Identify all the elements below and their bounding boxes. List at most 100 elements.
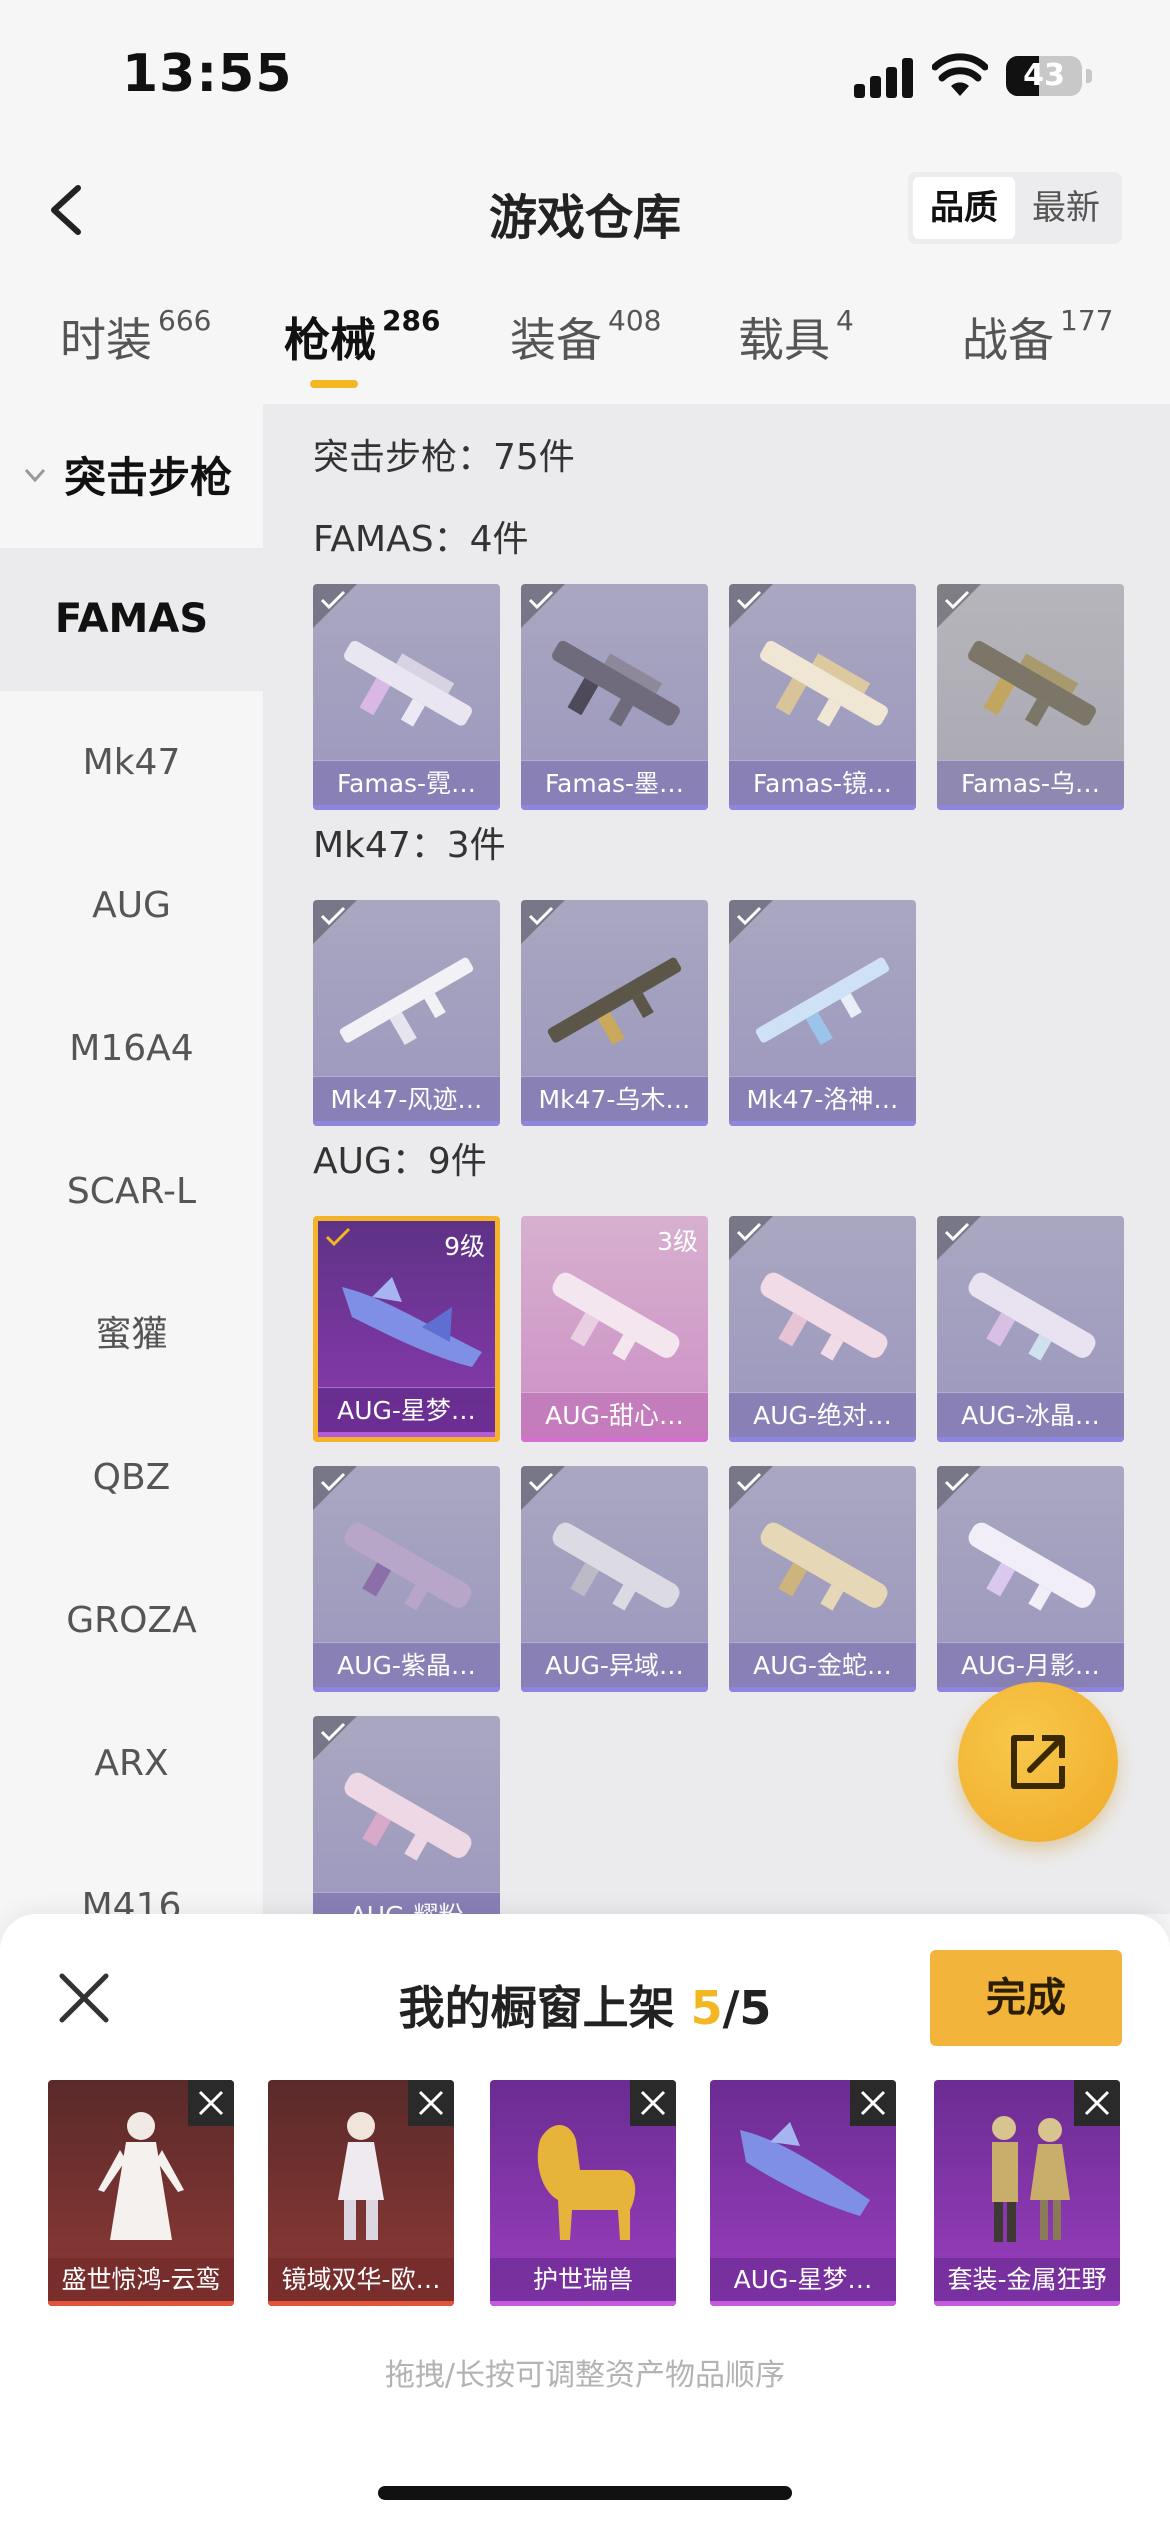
item-card[interactable]: AUG-耀粉 xyxy=(313,1716,500,1914)
rifle-icon xyxy=(552,1272,680,1361)
item-card[interactable]: AUG-月影… xyxy=(937,1466,1124,1692)
section-title-aug: AUG：9件 xyxy=(313,1141,487,1182)
rifle-icon xyxy=(968,1522,1096,1611)
sidebar-item-groza[interactable]: GROZA xyxy=(0,1549,263,1692)
sidebar-group-label: 突击步枪 xyxy=(64,453,233,502)
item-card[interactable]: Famas-墨… xyxy=(521,584,708,810)
rifle-icon xyxy=(760,640,888,727)
showcase-item[interactable]: 护世瑞兽 xyxy=(490,2080,676,2306)
done-button[interactable]: 完成 xyxy=(930,1950,1122,2046)
nav-bar: 游戏仓库 品质 最新 xyxy=(0,150,1170,270)
sidebar-item-arx[interactable]: ARX xyxy=(0,1692,263,1835)
item-label: Famas-镜… xyxy=(729,760,916,810)
item-card[interactable]: Famas-霓… xyxy=(313,584,500,810)
tab-supplies[interactable]: 战备 177 xyxy=(962,304,1113,370)
remove-button[interactable] xyxy=(188,2080,234,2126)
item-card[interactable]: AUG-紫晶… xyxy=(313,1466,500,1692)
sidebar-item-aug[interactable]: AUG xyxy=(0,834,263,977)
sidebar-item-qbz[interactable]: QBZ xyxy=(0,1406,263,1549)
close-icon xyxy=(198,2090,224,2116)
battery-icon: 43 xyxy=(1006,56,1092,96)
item-card[interactable]: Famas-乌… xyxy=(937,584,1124,810)
close-icon xyxy=(860,2090,886,2116)
showcase-item-label: 镜域双华-欧… xyxy=(268,2258,454,2306)
item-label: AUG-金蛇… xyxy=(729,1642,916,1692)
tab-firearms[interactable]: 枪械 286 xyxy=(284,304,440,370)
rifle-icon xyxy=(342,1277,482,1367)
status-bar: 13:55 43 xyxy=(0,0,1170,150)
battery-percent: 43 xyxy=(1023,58,1065,93)
sidebar-item-scar-l[interactable]: SCAR-L xyxy=(0,1120,263,1263)
sidebar-item-famas[interactable]: FAMAS xyxy=(0,548,263,691)
share-export-button[interactable] xyxy=(958,1682,1118,1842)
check-icon xyxy=(325,1227,351,1247)
showcase-item-label: 护世瑞兽 xyxy=(490,2258,676,2306)
chevron-down-icon xyxy=(24,468,46,482)
showcase-item[interactable]: 套装-金属狂野 xyxy=(934,2080,1120,2306)
sort-quality-button[interactable]: 品质 xyxy=(913,177,1015,239)
item-card[interactable]: Mk47-风迹… xyxy=(313,900,500,1126)
share-icon xyxy=(1011,1735,1065,1789)
check-icon xyxy=(320,590,346,610)
sidebar-item-m416[interactable]: M416 xyxy=(0,1835,263,1914)
rifle-icon xyxy=(760,1522,888,1611)
tab-equipment[interactable]: 装备 408 xyxy=(510,304,661,370)
item-label: AUG-异域… xyxy=(521,1642,708,1692)
item-label: Famas-乌… xyxy=(937,760,1124,810)
item-card[interactable]: AUG-异域… xyxy=(521,1466,708,1692)
remove-button[interactable] xyxy=(1074,2080,1120,2126)
rifle-icon xyxy=(344,1772,472,1861)
section-title-mk47: Mk47：3件 xyxy=(313,825,506,866)
check-icon xyxy=(736,1222,762,1242)
item-card[interactable]: AUG-冰晶… xyxy=(937,1216,1124,1442)
item-label: Mk47-风迹… xyxy=(313,1076,500,1126)
showcase-item[interactable]: 盛世惊鸿-云鸾 xyxy=(48,2080,234,2306)
check-icon xyxy=(320,906,346,926)
rifle-icon xyxy=(344,640,472,727)
sort-newest-button[interactable]: 最新 xyxy=(1015,177,1117,239)
close-icon xyxy=(418,2090,444,2116)
reorder-hint: 拖拽/长按可调整资产物品顺序 xyxy=(384,2358,786,2393)
remove-button[interactable] xyxy=(408,2080,454,2126)
sidebar-item-mk47[interactable]: Mk47 xyxy=(0,691,263,834)
item-card[interactable]: AUG-金蛇… xyxy=(729,1466,916,1692)
item-card[interactable]: Famas-镜… xyxy=(729,584,916,810)
showcase-item[interactable]: 镜域双华-欧… xyxy=(268,2080,454,2306)
item-card[interactable]: Mk47-乌木… xyxy=(521,900,708,1126)
item-label: Famas-墨… xyxy=(521,760,708,810)
item-card[interactable]: Mk47-洛神… xyxy=(729,900,916,1126)
sidebar-group-assault-rifle[interactable]: 突击步枪 xyxy=(20,444,232,505)
showcase-item[interactable]: AUG-星梦… xyxy=(710,2080,896,2306)
item-label: AUG-甜心… xyxy=(521,1392,708,1442)
item-label: AUG-绝对… xyxy=(729,1392,916,1442)
item-card-selected[interactable]: 9级 AUG-星梦… xyxy=(313,1216,500,1442)
showcase-item-label: 盛世惊鸿-云鸾 xyxy=(48,2258,234,2306)
rifle-icon xyxy=(547,957,682,1046)
section-title-famas: FAMAS：4件 xyxy=(313,519,529,560)
sort-toggle: 品质 最新 xyxy=(908,172,1122,244)
rifle-icon xyxy=(968,640,1096,727)
rifle-icon xyxy=(552,1522,680,1611)
showcase-item-label: AUG-星梦… xyxy=(710,2258,896,2306)
check-icon xyxy=(528,906,554,926)
check-icon xyxy=(528,1472,554,1492)
sidebar-item-m16a4[interactable]: M16A4 xyxy=(0,977,263,1120)
remove-button[interactable] xyxy=(850,2080,896,2126)
rifle-icon xyxy=(760,1272,888,1361)
check-icon xyxy=(944,1222,970,1242)
status-time: 13:55 xyxy=(122,44,293,104)
check-icon xyxy=(736,590,762,610)
showcase-item-label: 套装-金属狂野 xyxy=(934,2258,1120,2306)
sidebar-item-honey-badger[interactable]: 蜜獾 xyxy=(0,1263,263,1406)
remove-button[interactable] xyxy=(630,2080,676,2126)
close-icon xyxy=(1084,2090,1110,2116)
item-card[interactable]: AUG-绝对… xyxy=(729,1216,916,1442)
active-tab-indicator xyxy=(310,380,358,388)
tab-fashion[interactable]: 时装 666 xyxy=(60,304,211,370)
item-card[interactable]: 3级 AUG-甜心… xyxy=(521,1216,708,1442)
item-label: AUG-冰晶… xyxy=(937,1392,1124,1442)
rifle-icon xyxy=(968,1272,1096,1361)
rifle-icon xyxy=(339,957,474,1046)
tab-vehicles[interactable]: 载具 4 xyxy=(738,304,854,370)
wifi-icon xyxy=(932,53,988,96)
